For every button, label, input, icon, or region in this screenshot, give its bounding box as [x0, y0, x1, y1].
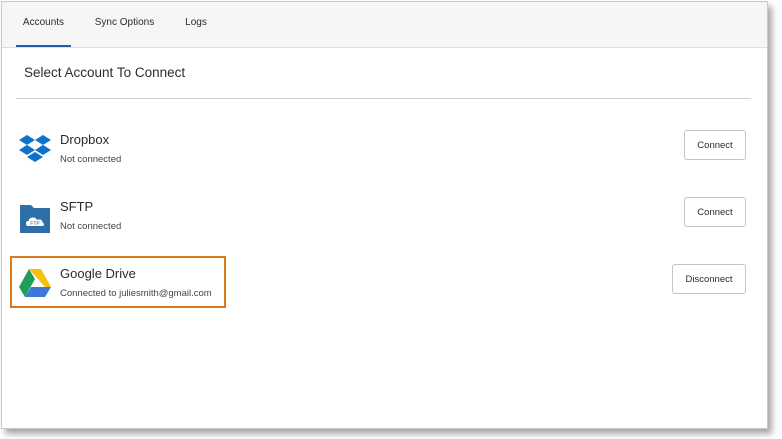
account-name-sftp: SFTP: [60, 199, 94, 214]
account-status-dropbox: Not connected: [60, 154, 122, 165]
tab-bar: Accounts Sync Options Logs: [2, 2, 767, 48]
sftp-icon-text: FTP: [30, 221, 40, 227]
account-row-sftp: FTP SFTP Not connected Connect: [16, 195, 752, 247]
section-title: Select Account To Connect: [24, 65, 186, 80]
google-drive-highlight: [10, 256, 226, 308]
account-status-sftp: Not connected: [60, 221, 122, 232]
sftp-folder-icon: FTP: [18, 201, 54, 235]
tab-sync-options[interactable]: Sync Options: [88, 2, 161, 47]
account-name-dropbox: Dropbox: [60, 132, 110, 147]
settings-window: Accounts Sync Options Logs Select Accoun…: [1, 1, 768, 429]
divider: [16, 98, 751, 99]
connect-sftp-button[interactable]: Connect: [684, 197, 746, 227]
account-row-dropbox: Dropbox Not connected Connect: [16, 128, 752, 180]
disconnect-google-drive-button[interactable]: Disconnect: [672, 264, 746, 294]
dropbox-icon: [18, 134, 54, 168]
connect-dropbox-button[interactable]: Connect: [684, 130, 746, 160]
tab-accounts[interactable]: Accounts: [16, 2, 71, 47]
tab-logs[interactable]: Logs: [178, 2, 214, 47]
